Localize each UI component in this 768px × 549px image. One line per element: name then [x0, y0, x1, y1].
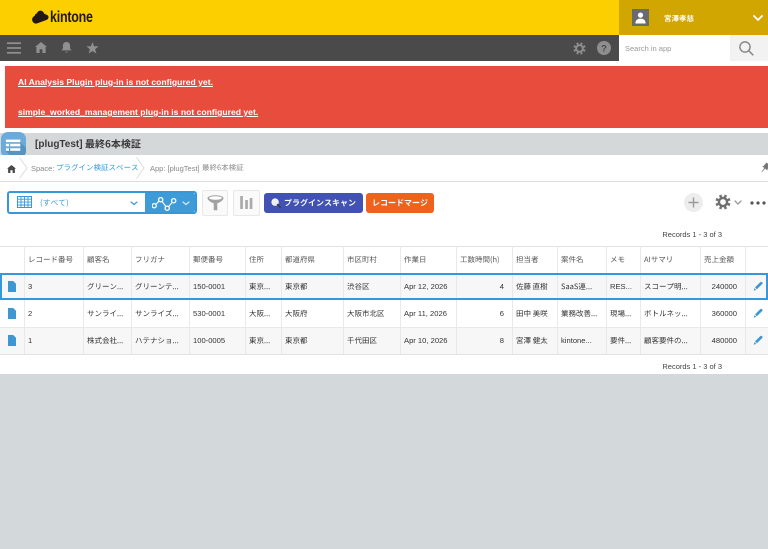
svg-text:?: ?: [601, 44, 607, 55]
